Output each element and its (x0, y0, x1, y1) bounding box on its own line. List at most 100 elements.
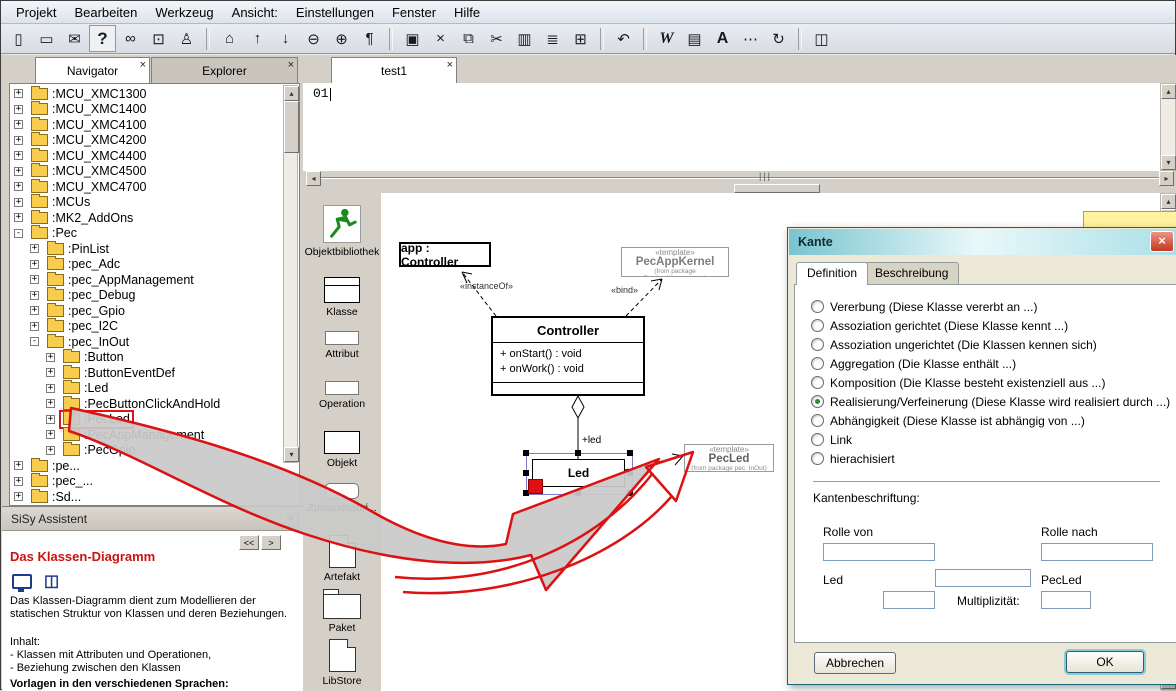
paste-icon[interactable]: ▥ (511, 25, 538, 52)
open-folder-icon[interactable]: ▭ (33, 25, 60, 52)
radio-option-komposition[interactable]: Komposition (Die Klasse besteht existenz… (811, 373, 1168, 392)
tree-expander-icon[interactable]: + (46, 399, 55, 408)
tab-beschreibung[interactable]: Beschreibung (864, 262, 959, 284)
tree-item-pec-appmanagement[interactable]: +:pec_AppManagement (10, 272, 299, 288)
tree-item-pecbuttonclickandhold[interactable]: +:PecButtonClickAndHold (10, 396, 299, 412)
radio-option-aggregation[interactable]: Aggregation (Die Klasse enthält ...) (811, 354, 1168, 373)
tab-navigator[interactable]: Navigator × (35, 57, 150, 83)
tree-expander-icon[interactable]: + (46, 384, 55, 393)
lib-item-libstore[interactable]: LibStore (303, 639, 381, 687)
cut-icon[interactable]: ✂ (483, 25, 510, 52)
tree-expander-icon[interactable]: + (14, 136, 23, 145)
scroll-right-icon[interactable]: ▸ (1159, 171, 1174, 186)
selection-handle[interactable] (627, 490, 633, 496)
tree-item-pec-inout[interactable]: -:pec_InOut (10, 334, 299, 350)
zoom-out-icon[interactable]: ⊖ (300, 25, 327, 52)
scroll-down-icon[interactable]: ▾ (1161, 155, 1176, 170)
tab-definition[interactable]: Definition (796, 262, 868, 285)
word-export-icon[interactable]: W (653, 25, 680, 52)
person-icon[interactable]: ♙ (173, 25, 200, 52)
radio-button-icon[interactable] (811, 452, 824, 465)
font-icon[interactable]: A (709, 25, 736, 52)
tree-expander-icon[interactable]: + (30, 291, 39, 300)
tree-scrollbar[interactable]: ▴ ▾ (283, 85, 298, 463)
radio-option-assoziation[interactable]: Assoziation gerichtet (Diese Klasse kenn… (811, 316, 1168, 335)
menu-item-bearbeiten[interactable]: Bearbeiten (65, 2, 146, 23)
lib-item-objektbibliothek[interactable]: Objektbibliothek (303, 205, 381, 258)
panel-menu-icon[interactable]: ≡ (283, 511, 299, 527)
home-icon[interactable]: ⌂ (216, 25, 243, 52)
tree-expander-icon[interactable]: + (14, 89, 23, 98)
radio-option-assoziation[interactable]: Assoziation ungerichtet (Die Klassen ken… (811, 335, 1168, 354)
radio-button-icon[interactable] (811, 300, 824, 313)
copy-icon[interactable]: ⧉ (455, 25, 482, 52)
ok-button[interactable]: OK (1066, 651, 1144, 673)
tree-expander-icon[interactable]: + (14, 477, 23, 486)
tree-expander-icon[interactable]: + (14, 198, 23, 207)
scroll-up-icon[interactable]: ▴ (1161, 84, 1176, 99)
tree-expander-icon[interactable]: + (46, 446, 55, 455)
lib-item-zustandsattri[interactable]: Zustandsattri... (303, 483, 381, 514)
delete-icon[interactable]: × (427, 25, 454, 52)
radio-button-icon[interactable] (811, 338, 824, 351)
radio-option-realisierung-verfeinerung[interactable]: Realisierung/Verfeinerung (Diese Klasse … (811, 392, 1168, 411)
selection-handle[interactable] (523, 470, 529, 476)
splitter-grip-icon[interactable]: ||| (759, 171, 772, 181)
lib-item-operation[interactable]: Operation (303, 381, 381, 410)
uml-object-app-controller[interactable]: app : Controller (399, 242, 491, 267)
find-binoculars-icon[interactable]: ∞ (117, 25, 144, 52)
pane-splitter[interactable]: ◂ ▸ ||| (303, 171, 1176, 193)
uml-template-pecled[interactable]: «template» PecLed (from package pec_InOu… (684, 444, 774, 472)
radio-button-icon[interactable] (811, 376, 824, 389)
rolle-von-input[interactable] (823, 543, 935, 561)
scroll-thumb[interactable] (284, 101, 299, 153)
tree-item-buttoneventdef[interactable]: +:ButtonEventDef (10, 365, 299, 381)
selection-handle[interactable] (523, 450, 529, 456)
editor-scrollbar[interactable]: ▴ ▾ (1160, 83, 1176, 171)
zoom-in-icon[interactable]: ⊕ (328, 25, 355, 52)
book-icon[interactable]: ◫ (44, 571, 59, 591)
select-area-icon[interactable]: ⊡ (145, 25, 172, 52)
lib-item-artefakt[interactable]: Artefakt (303, 535, 381, 583)
tree-item-pec-debug[interactable]: +:pec_Debug (10, 288, 299, 304)
new-document-icon[interactable]: ▯ (5, 25, 32, 52)
hscroll-thumb[interactable] (734, 184, 820, 193)
tree-item-sd[interactable]: +:Sd... (10, 489, 299, 505)
tab-test1[interactable]: test1 × (331, 57, 457, 83)
uml-class-controller[interactable]: Controller + onStart() : void + onWork()… (491, 316, 645, 396)
menu-item-hilfe[interactable]: Hilfe (445, 2, 489, 23)
tree-item-pecappmanagement[interactable]: +:PecAppManagement (10, 427, 299, 443)
close-icon[interactable]: × (288, 60, 294, 70)
radio-option-abh-ngigkeit[interactable]: Abhängigkeit (Diese Klasse ist abhängig … (811, 411, 1168, 430)
navigate-down-icon[interactable]: ↓ (272, 25, 299, 52)
tree-expander-icon[interactable]: + (14, 213, 23, 222)
tree-expander-icon[interactable]: + (14, 151, 23, 160)
tree-expander-icon[interactable]: + (14, 492, 23, 501)
radio-button-icon[interactable] (811, 414, 824, 427)
selection-handle[interactable] (627, 450, 633, 456)
rolle-nach-input[interactable] (1041, 543, 1153, 561)
tree-expander-icon[interactable]: + (30, 306, 39, 315)
book-icon[interactable]: ◫ (808, 25, 835, 52)
menu-item-projekt[interactable]: Projekt (7, 2, 65, 23)
help-icon[interactable]: ? (89, 25, 116, 52)
tree-expander-icon[interactable]: + (30, 275, 39, 284)
assistant-forward-button[interactable]: > (261, 535, 281, 550)
multiplicity-from-input[interactable] (883, 591, 935, 609)
list-icon[interactable]: ≣ (539, 25, 566, 52)
tree-expander-icon[interactable]: + (14, 461, 23, 470)
close-icon[interactable]: × (447, 60, 453, 70)
radio-button-icon[interactable] (811, 433, 824, 446)
tree-expander-icon[interactable]: + (30, 244, 39, 253)
lib-item-klasse[interactable]: Klasse (303, 277, 381, 318)
selection-handle[interactable] (575, 450, 581, 456)
radio-button-icon[interactable] (811, 395, 824, 408)
menu-item-werkzeug[interactable]: Werkzeug (146, 2, 222, 23)
scroll-left-icon[interactable]: ◂ (306, 171, 321, 186)
monitor-icon[interactable] (12, 574, 32, 589)
lib-item-attribut[interactable]: Attribut (303, 331, 381, 360)
multiplicity-to-input[interactable] (1041, 591, 1091, 609)
tree-item-pec-i2c[interactable]: +:pec_I2C (10, 319, 299, 335)
edge-name-input[interactable] (935, 569, 1031, 587)
print-icon[interactable]: ▤ (681, 25, 708, 52)
